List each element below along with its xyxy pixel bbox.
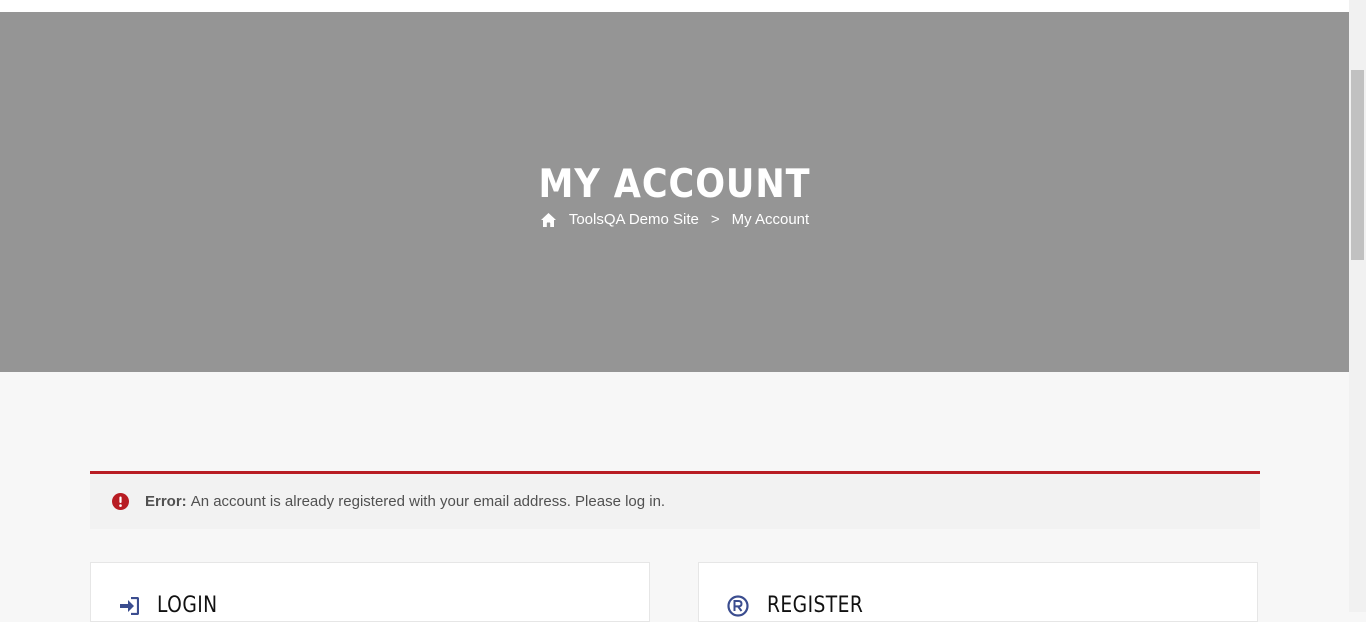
- error-label: Error:: [145, 493, 187, 510]
- breadcrumb-home-link[interactable]: ToolsQA Demo Site: [569, 210, 699, 230]
- home-icon[interactable]: [540, 212, 557, 228]
- error-message: An account is already registered with yo…: [190, 493, 666, 510]
- registered-icon: [727, 594, 749, 617]
- register-title: REGISTER: [767, 593, 864, 618]
- login-heading: LOGIN: [119, 593, 228, 618]
- page-title: MY ACCOUNT: [538, 162, 811, 207]
- error-notice: Error: An account is already registered …: [90, 471, 1260, 529]
- scrollbar-thumb[interactable]: [1351, 70, 1364, 260]
- top-strip: [0, 0, 1349, 12]
- register-heading: REGISTER: [727, 593, 880, 618]
- breadcrumb-current: My Account: [731, 211, 810, 228]
- error-icon: [112, 493, 129, 510]
- page-scrollbar[interactable]: [1349, 0, 1366, 612]
- page-hero: MY ACCOUNT ToolsQA Demo Site > My Accoun…: [0, 12, 1349, 372]
- breadcrumb-separator: >: [710, 211, 720, 228]
- login-panel: LOGIN: [90, 562, 650, 622]
- register-panel: REGISTER: [698, 562, 1258, 622]
- breadcrumb: ToolsQA Demo Site > My Account: [0, 210, 1349, 230]
- login-title: LOGIN: [157, 593, 218, 618]
